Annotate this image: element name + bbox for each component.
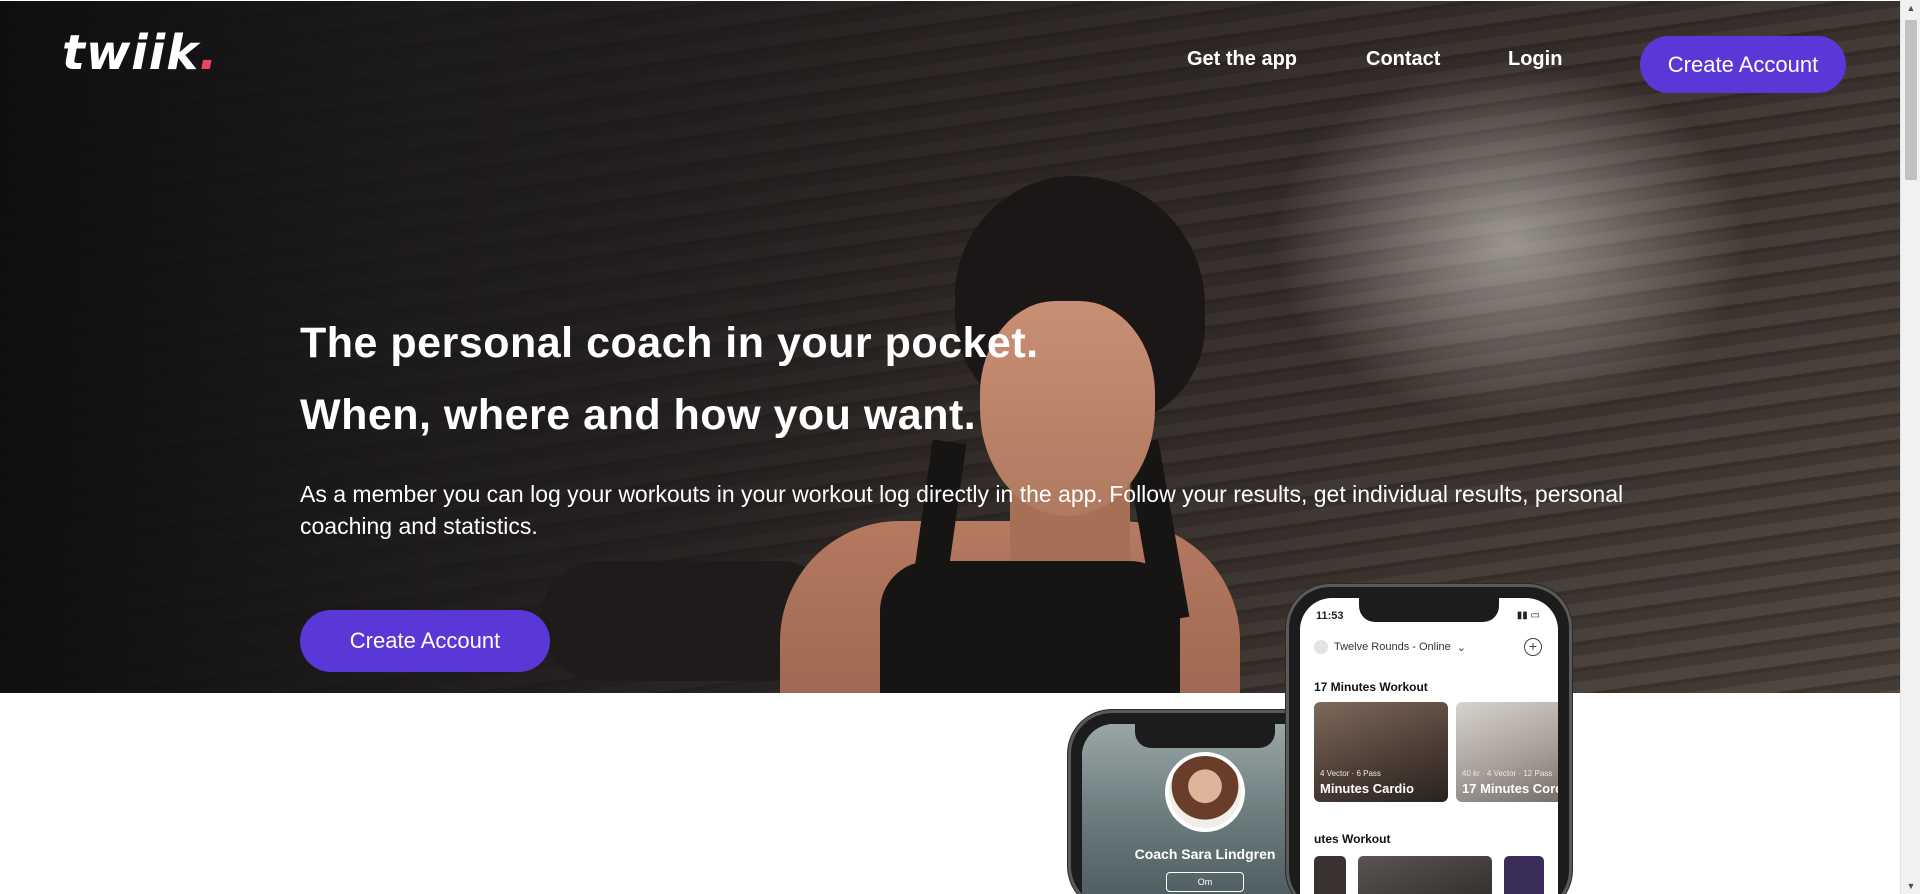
workout-card-meta: 40 kr · 4 Vector · 12 Pass bbox=[1462, 769, 1553, 778]
coach-about-button: Om bbox=[1166, 872, 1244, 892]
phone-notch bbox=[1135, 724, 1275, 748]
hero-light-glow bbox=[1270, 61, 1750, 421]
chevron-down-icon: ⌄ bbox=[1456, 641, 1466, 654]
page-scrollbar[interactable]: ▲ ▼ bbox=[1900, 0, 1920, 894]
workout-thumbnail bbox=[1314, 856, 1346, 894]
workout-thumbnail bbox=[1504, 856, 1544, 894]
coach-avatar bbox=[1165, 752, 1245, 832]
hero-headline-line-2: When, where and how you want. bbox=[300, 391, 977, 439]
hero-description: As a member you can log your workouts in… bbox=[300, 481, 1624, 539]
workout-card-title: 17 Minutes Core bbox=[1462, 781, 1558, 796]
brand-logo-dot: . bbox=[199, 25, 219, 81]
hero-create-account-button[interactable]: Create Account bbox=[300, 610, 550, 672]
brand-logo-text: twiik bbox=[62, 25, 200, 81]
nav-link-contact[interactable]: Contact bbox=[1366, 48, 1440, 71]
nav-create-account-button[interactable]: Create Account bbox=[1640, 36, 1846, 93]
nav-link-login[interactable]: Login bbox=[1508, 48, 1562, 71]
workout-thumbnail bbox=[1358, 856, 1492, 894]
workout-card-meta: 4 Vector · 6 Pass bbox=[1320, 769, 1381, 778]
workout-card-title: Minutes Cardio bbox=[1320, 781, 1414, 796]
scrollbar-thumb[interactable] bbox=[1905, 20, 1917, 180]
scroll-down-icon[interactable]: ▼ bbox=[1901, 878, 1920, 894]
studio-name: Twelve Rounds - Online bbox=[1334, 641, 1451, 653]
phone-status-time: 11:53 bbox=[1316, 610, 1344, 622]
studio-selector: Twelve Rounds - Online ⌄ bbox=[1314, 640, 1466, 654]
page-viewport: twiik. Get the app Contact Login Create … bbox=[0, 0, 1900, 894]
plus-circle-icon: + bbox=[1524, 638, 1542, 656]
phone-workouts-screen: 11:53 ▮▮ ▭ Twelve Rounds - Online ⌄ + 17… bbox=[1300, 598, 1558, 894]
workout-card: 4 Vector · 6 Pass Minutes Cardio bbox=[1314, 702, 1448, 802]
nav-link-get-the-app[interactable]: Get the app bbox=[1187, 48, 1297, 71]
phone-status-icons: ▮▮ ▭ bbox=[1516, 610, 1540, 621]
phone-notch bbox=[1359, 598, 1499, 622]
studio-logo bbox=[1314, 640, 1328, 654]
workout-section-title-2: utes Workout bbox=[1314, 832, 1391, 846]
scroll-up-icon[interactable]: ▲ bbox=[1901, 0, 1920, 16]
hero-headline-line-1: The personal coach in your pocket. bbox=[300, 319, 1039, 367]
workout-card: 40 kr · 4 Vector · 12 Pass 17 Minutes Co… bbox=[1456, 702, 1558, 802]
phone-mockup-workouts: 11:53 ▮▮ ▭ Twelve Rounds - Online ⌄ + 17… bbox=[1286, 584, 1572, 894]
brand-logo[interactable]: twiik. bbox=[62, 25, 218, 81]
workout-section-title: 17 Minutes Workout bbox=[1314, 680, 1428, 694]
hero-section: twiik. Get the app Contact Login Create … bbox=[0, 1, 1900, 693]
